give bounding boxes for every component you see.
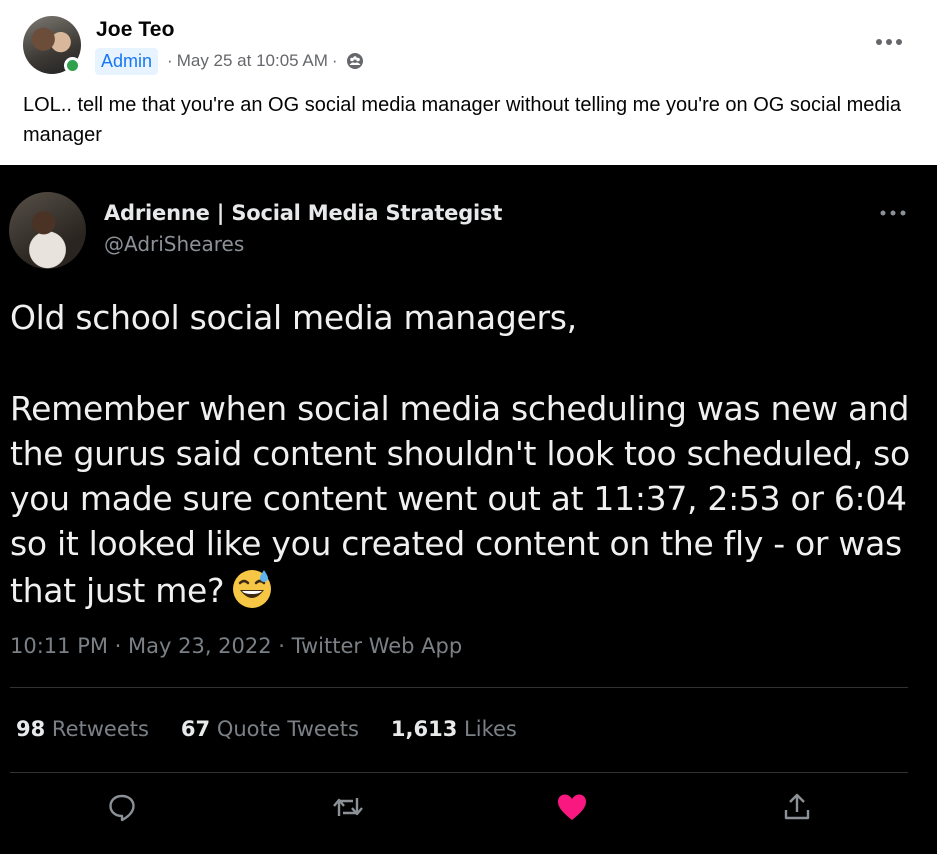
reply-action — [105, 790, 139, 824]
retweet-icon — [333, 798, 363, 816]
divider — [10, 687, 908, 688]
tweet-stats: 98 Retweets 67 Quote Tweets 1,613 Likes — [16, 717, 549, 741]
quote-tweets-stat: 67 Quote Tweets — [181, 717, 359, 741]
likes-label: Likes — [464, 717, 517, 741]
post-text: LOL.. tell me that you're an OG social m… — [23, 94, 902, 146]
tweet-author-avatar — [9, 192, 86, 269]
quote-tweets-label: Quote Tweets — [216, 717, 359, 741]
like-action — [555, 790, 589, 824]
meta-separator: · — [167, 51, 173, 70]
meta-separator: · — [331, 51, 338, 70]
more-horizontal-icon — [880, 210, 906, 216]
tweet-text-line1: Old school social media managers, — [10, 298, 577, 337]
more-horizontal-icon — [876, 39, 902, 45]
post-author-name[interactable]: Joe Teo — [96, 18, 175, 42]
retweets-count: 98 — [16, 717, 46, 741]
divider — [10, 772, 908, 773]
online-status-indicator — [64, 57, 81, 74]
tweet-screenshot: Adrienne | Social Media Strategist @Adri… — [0, 165, 937, 854]
reply-icon — [109, 794, 135, 822]
likes-count: 1,613 — [390, 717, 458, 741]
post-timestamp[interactable]: May 25 at 10:05 AM — [177, 51, 328, 71]
admin-badge[interactable]: Admin — [95, 47, 159, 75]
tweet-more-button — [878, 205, 908, 221]
retweets-stat: 98 Retweets — [16, 717, 149, 741]
tweet-author-handle: @AdriSheares — [104, 232, 245, 256]
tweet-actions — [0, 790, 937, 830]
share-action — [780, 790, 814, 824]
post-options-button[interactable] — [872, 30, 906, 54]
retweet-action — [331, 790, 365, 824]
tweet-text-body: Remember when social media scheduling wa… — [10, 386, 925, 613]
share-icon — [784, 793, 810, 820]
post-meta: Admin · May 25 at 10:05 AM · — [95, 47, 364, 75]
group-icon — [346, 53, 363, 69]
retweets-label: Retweets — [51, 717, 149, 741]
tweet-meta: 10:11 PM · May 23, 2022 · Twitter Web Ap… — [10, 634, 463, 658]
tweet-author-name: Adrienne | Social Media Strategist — [104, 201, 503, 225]
tweet-body-text: Remember when social media scheduling wa… — [10, 389, 910, 610]
facebook-post-header: Joe Teo Admin · May 25 at 10:05 AM · LOL… — [0, 0, 937, 165]
grinning-face-with-sweat-emoji — [233, 570, 272, 608]
quote-tweets-count: 67 — [180, 717, 211, 741]
like-icon — [558, 794, 586, 820]
likes-stat: 1,613 Likes — [391, 717, 517, 741]
